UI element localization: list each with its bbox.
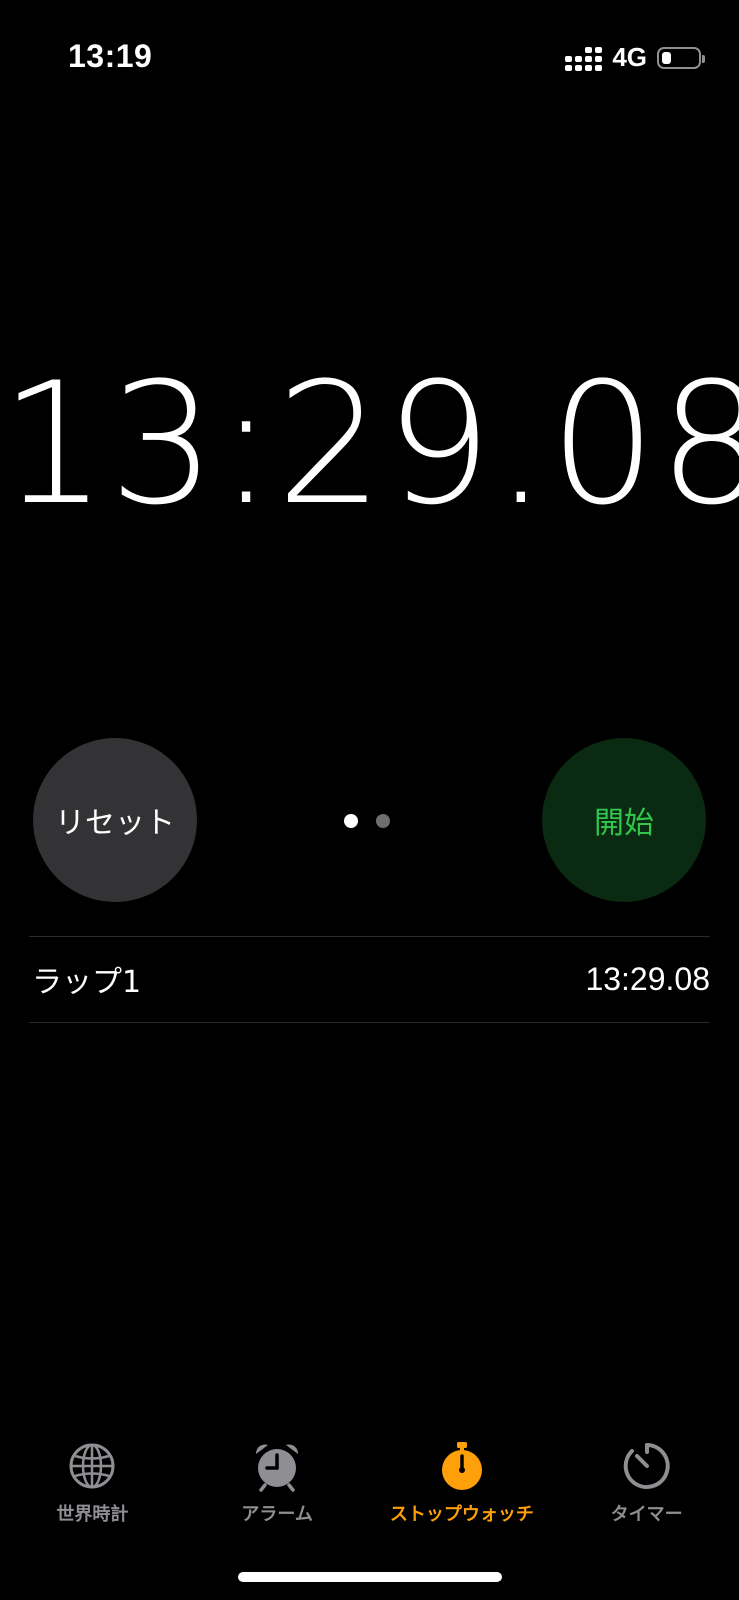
globe-icon [69, 1443, 115, 1489]
page-dot-1[interactable] [344, 814, 358, 828]
status-time: 13:19 [68, 38, 153, 74]
reset-button[interactable]: リセット [33, 738, 197, 902]
tab-label: 世界時計 [56, 1504, 129, 1525]
alarm-clock-icon [256, 1444, 299, 1492]
tab-world-clock[interactable]: 世界時計 [0, 1440, 185, 1540]
tab-timer[interactable]: タイマー [554, 1440, 739, 1540]
cellular-signal-icon [565, 45, 603, 71]
battery-fill [662, 51, 671, 64]
tab-alarm[interactable]: アラーム [185, 1440, 370, 1540]
tab-stopwatch[interactable]: ストップウォッチ [370, 1440, 555, 1540]
tab-label: タイマー [610, 1504, 683, 1525]
home-indicator[interactable] [238, 1572, 502, 1582]
lap-time: 13:29.08 [585, 960, 710, 997]
elapsed-time-display: 13:29.08 [0, 346, 739, 542]
tab-label: ストップウォッチ [389, 1504, 534, 1525]
page-indicator[interactable] [344, 814, 390, 828]
stopwatch-icon [441, 1442, 482, 1490]
lap-label: ラップ1 [32, 965, 142, 1000]
battery-icon [657, 46, 705, 69]
network-type: 4G [612, 42, 647, 72]
lap-divider-bottom [29, 1022, 710, 1023]
tab-bar: 世界時計 アラーム ストップウォッチ タイマー [0, 1440, 739, 1540]
timer-icon [623, 1443, 670, 1489]
status-bar: 13:19 4G [0, 0, 739, 110]
start-button[interactable]: 開始 [542, 738, 706, 902]
status-indicators: 4G [565, 42, 705, 73]
lap-row: ラップ1 13:29.08 [32, 936, 710, 1022]
tab-label: アラーム [241, 1504, 313, 1525]
page-dot-2[interactable] [376, 814, 390, 828]
